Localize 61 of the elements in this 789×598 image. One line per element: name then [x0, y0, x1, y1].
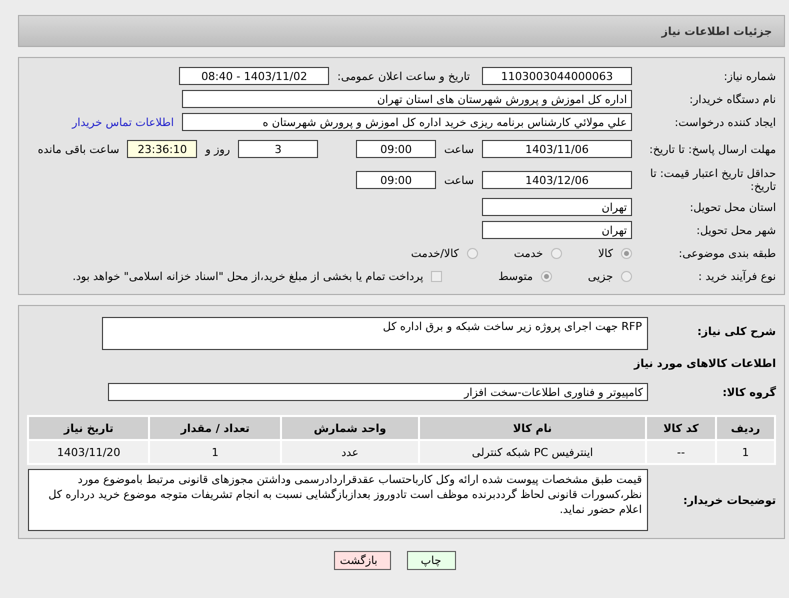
field-label: شماره نیاز:: [722, 70, 776, 82]
field-label: ایجاد کننده درخواست:: [674, 116, 776, 128]
column-header: ردیف: [717, 417, 774, 439]
radio-button[interactable]: [540, 270, 552, 282]
field-label: نام دستگاه خریدار:: [688, 92, 776, 106]
buyer-notes-field: قیمت طبق مشخصات پیوست شده ارائه وکل کارباحتساب عقدقراردادرسمی وداشتن مجوزهای قانونی مرتبط باموضوع مورد نظر،کسورات قانونی لحاظ گرددبرنده موظف است تادوروز بعدازبازگشایی نسبت به انجام تشریفات متوجه موضوع خرید درداره کل اعلام حضور نماید.: [28, 469, 648, 531]
requester-field: علي مولائي کارشناس برنامه ریزی خرید اداره کل اموزش و پرورش شهرستان ه: [182, 113, 632, 131]
payment-note: پرداخت تمام یا بخشی از مبلغ خرید،از محل "اسناد خزانه اسلامی" خواهد بود.: [72, 270, 424, 282]
table-cell: 1: [717, 441, 774, 463]
city-field: تهران: [482, 221, 632, 239]
table-cell: 1403/11/20: [29, 441, 148, 463]
goods-group-field: کامپیوتر و فناوری اطلاعات-سخت افزار: [108, 383, 648, 401]
column-header: واحد شمارش: [282, 417, 418, 439]
radio-button[interactable]: [466, 248, 478, 258]
announce-date-field: 1403/11/02 - 08:40: [179, 67, 330, 85]
days-label: روز و: [205, 142, 230, 156]
buyer-contact-link[interactable]: اطلاعات تماس خریدار: [72, 116, 174, 128]
option-label: خدمت: [514, 246, 544, 260]
radio-button[interactable]: [551, 248, 562, 258]
column-header: نام کالا: [420, 417, 645, 439]
need-number-field: 1103003044000063: [482, 67, 632, 85]
option-label: کالا: [598, 246, 613, 260]
remaining-label: ساعت باقی مانده: [38, 142, 120, 156]
option-label: متوسط: [498, 270, 533, 282]
field-label: شرح کلی نیاز:: [696, 325, 776, 338]
buyer-field: اداره کل اموزش و پرورش شهرستان های استان تهران: [182, 90, 632, 108]
time-label: ساعت: [444, 174, 474, 186]
field-label: حداقل تاریخ اعتبار قیمت: تا تاریخ:: [649, 167, 776, 193]
field-label: استان محل تحویل:: [688, 200, 776, 214]
field-label: مهلت ارسال پاسخ: تا تاریخ:: [648, 142, 776, 156]
field-label: نوع فرآیند خرید :: [697, 270, 776, 282]
days-field: 3: [238, 140, 318, 158]
checkbox[interactable]: [431, 270, 442, 282]
radio-button[interactable]: [621, 248, 632, 258]
time-label: ساعت: [444, 142, 474, 156]
table-cell: اینترفیس PC شبکه کنترلی: [420, 441, 645, 463]
field-label: گروه کالا:: [721, 386, 776, 398]
remaining-time-field: 23:36:10: [127, 140, 198, 158]
radio-button[interactable]: [621, 270, 632, 282]
option-label: کالا/خدمت: [411, 246, 459, 260]
field-label: شهر محل تحویل:: [695, 224, 776, 236]
option-label: جزیی: [588, 270, 613, 282]
column-header: تعداد / مقدار: [150, 417, 280, 439]
field-label: تاریخ و ساعت اعلان عمومی:: [337, 70, 470, 82]
table-cell: 1: [150, 441, 280, 463]
table-cell: عدد: [282, 441, 418, 463]
column-header: کد کالا: [646, 417, 716, 439]
table-cell: --: [646, 441, 716, 463]
page-title: جزئیات اطلاعات نیاز: [662, 24, 772, 38]
back-button[interactable]: بازگشت: [334, 551, 390, 570]
deadline-date-field: 1403/11/06: [482, 140, 632, 158]
description-field: RFP جهت اجرای پروژه زیر ساخت شبکه و برق اداره کل: [102, 317, 648, 350]
deadline-time-field: 09:00: [356, 140, 436, 158]
field-label: توضیحات خریدار:: [682, 494, 776, 506]
print-button[interactable]: چاپ: [406, 551, 456, 570]
section-title: اطلاعات کالاهای مورد نیاز: [632, 356, 776, 372]
validity-time-field: 09:00: [356, 171, 436, 189]
column-header: تاریخ نیاز: [29, 417, 148, 439]
validity-date-field: 1403/12/06: [482, 171, 632, 189]
province-field: تهران: [482, 198, 632, 216]
field-label: طبقه بندی موضوعی:: [678, 246, 776, 260]
